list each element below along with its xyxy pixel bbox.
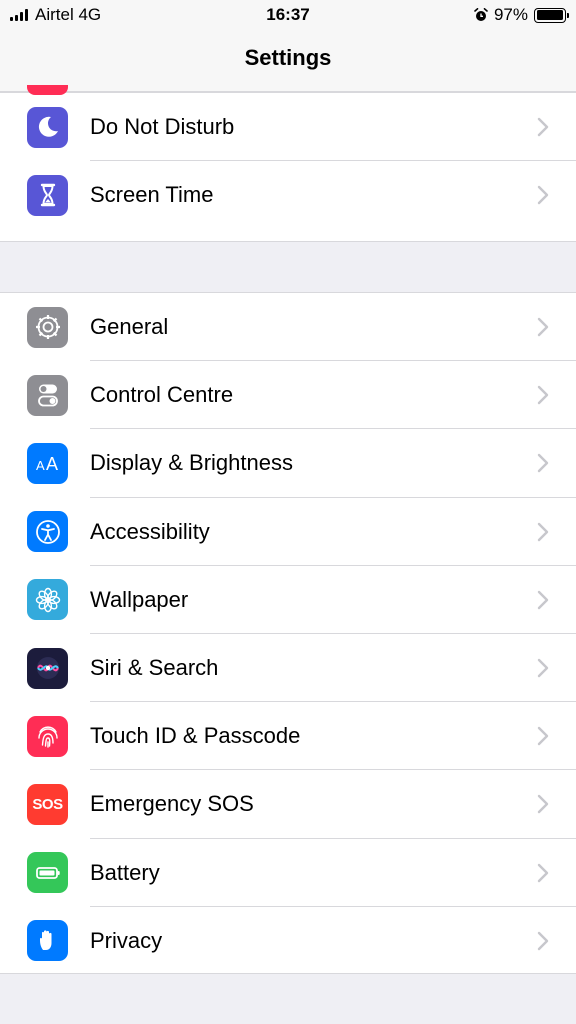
toggles-icon <box>27 374 68 416</box>
settings-row-label: Emergency SOS <box>90 791 254 817</box>
settings-row-label: Screen Time <box>90 182 214 207</box>
battery-percent: 97% <box>493 5 528 24</box>
sos-icon-text: SOS <box>32 795 63 813</box>
chevron-right-icon <box>536 522 550 542</box>
navigation-bar: Airtel 4G 16:37 97% Settings <box>0 0 576 92</box>
chevron-right-icon <box>536 863 550 883</box>
settings-row-emergency-sos[interactable]: SOS Emergency SOS <box>0 770 576 839</box>
settings-row-label: Siri & Search <box>90 655 219 681</box>
chevron-right-icon <box>536 590 550 610</box>
chevron-right-icon <box>536 931 550 951</box>
chevron-right-icon <box>536 185 550 205</box>
text-size-icon: AA <box>27 442 68 484</box>
settings-row-label: Control Centre <box>90 382 234 408</box>
svg-text:A: A <box>36 458 45 473</box>
sos-icon: SOS <box>27 783 68 825</box>
gear-icon <box>27 306 68 348</box>
chevron-right-icon <box>536 726 550 746</box>
settings-row-general[interactable]: General <box>0 293 576 362</box>
settings-row-label: Battery <box>90 859 160 885</box>
settings-row-label: Wallpaper <box>90 586 189 612</box>
settings-row-privacy[interactable]: Privacy <box>0 907 576 975</box>
battery-status-icon <box>534 7 569 23</box>
status-bar: Airtel 4G 16:37 97% <box>0 0 576 30</box>
settings-row-accessibility[interactable]: Accessibility <box>0 498 576 566</box>
chevron-right-icon <box>536 794 550 814</box>
settings-row-siri-and-search[interactable]: Siri & Search <box>0 634 576 703</box>
hourglass-icon <box>27 174 68 216</box>
siri-icon <box>27 647 68 689</box>
chevron-right-icon <box>536 385 550 405</box>
page-title: Settings <box>244 45 332 70</box>
chevron-right-icon <box>536 453 550 473</box>
settings-row-control-centre[interactable]: Control Centre <box>0 361 576 430</box>
settings-row-label: General <box>90 314 169 340</box>
fingerprint-icon <box>27 715 68 757</box>
chevron-right-icon <box>536 117 550 137</box>
flower-icon <box>27 579 68 621</box>
settings-row-touch-id-and-passcode[interactable]: Touch ID & Passcode <box>0 702 576 771</box>
settings-row-label: Privacy <box>90 927 163 953</box>
settings-group-focus: Do Not Disturb Screen Time <box>0 85 576 242</box>
alarm-icon <box>474 8 488 21</box>
settings-row-display-and-brightness[interactable]: A A Display & Brightness <box>0 429 576 498</box>
hand-icon <box>27 920 68 962</box>
settings-group-general: General Control Centre A A Display & Brightn… <box>0 292 576 974</box>
battery-icon <box>27 852 68 894</box>
settings-row-label: Touch ID & Passcode <box>90 723 301 749</box>
settings-row-label: Display & Brightness <box>90 450 293 476</box>
svg-text:A: A <box>46 454 58 474</box>
settings-row-wallpaper[interactable]: Wallpaper <box>0 566 576 634</box>
settings-row-label: Accessibility <box>90 518 210 544</box>
accessibility-icon <box>27 511 68 553</box>
settings-row-battery[interactable]: Battery <box>0 839 576 907</box>
settings-row-screen-time[interactable]: Screen Time <box>0 161 576 229</box>
chevron-right-icon <box>536 658 550 678</box>
chevron-right-icon <box>536 317 550 337</box>
settings-row-do-not-disturb[interactable]: Do Not Disturb <box>0 93 576 161</box>
settings-row-label: Do Not Disturb <box>90 114 235 139</box>
moon-icon <box>27 106 68 148</box>
